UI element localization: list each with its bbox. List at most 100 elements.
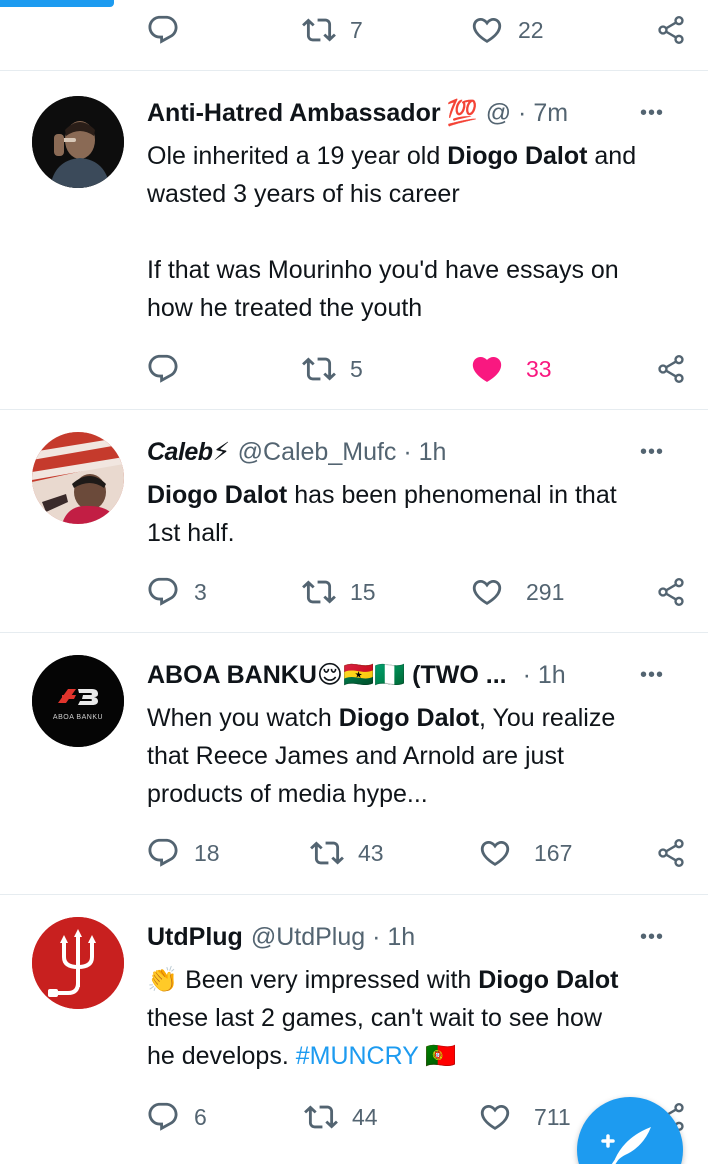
reply-icon	[146, 352, 180, 386]
more-icon[interactable]: •••	[640, 664, 664, 687]
reply-icon	[146, 575, 180, 609]
retweet-count: 44	[352, 1103, 378, 1130]
tweet[interactable]: Caleb⚡ @Caleb_Mufc · 1h ••• Diogo Dalot …	[0, 410, 708, 632]
compose-tweet-button[interactable]	[577, 1097, 683, 1164]
tweet[interactable]: ABOA BANKU ABOA BANKU😌🇬🇭🇳🇬 (TWO ... · 1h…	[0, 633, 708, 893]
display-name[interactable]: Caleb⚡	[147, 437, 230, 467]
reply-button[interactable]	[146, 349, 180, 389]
text-line: he develops. #MUNCRY 🇵🇹	[147, 1042, 457, 1070]
hashtag-link[interactable]: #MUNCRY	[296, 1042, 419, 1070]
retweet-icon	[304, 1100, 338, 1134]
reply-icon	[146, 13, 180, 47]
prev-tweet-actions: 7 22	[0, 10, 708, 50]
text-line: 1st half.	[147, 519, 235, 547]
retweet-icon	[302, 352, 336, 386]
highlight-term: Diogo Dalot	[147, 481, 288, 509]
text-line: wasted 3 years of his career	[147, 180, 460, 208]
like-button[interactable]: 22	[470, 10, 544, 50]
retweet-button[interactable]: 43	[310, 833, 384, 873]
like-button[interactable]: 33	[470, 349, 552, 389]
reply-icon	[146, 836, 180, 870]
handle-time[interactable]: · 1h	[523, 661, 566, 690]
share-icon	[655, 837, 687, 869]
tweet-actions: 18 43 167	[0, 833, 708, 873]
avatar[interactable]	[32, 96, 124, 188]
compose-icon	[601, 1127, 651, 1164]
avatar[interactable]	[32, 917, 124, 1009]
text-line	[147, 213, 690, 251]
text-line: Diogo Dalot has been phenomenal in that	[147, 481, 617, 509]
retweet-count: 7	[350, 16, 363, 43]
tweet-actions: 5 33	[0, 349, 708, 389]
tweet-text: Ole inherited a 19 year old Diogo Dalot …	[147, 137, 690, 327]
tweet-header: UtdPlug @UtdPlug · 1h •••	[147, 919, 688, 955]
display-name[interactable]: ABOA BANKU😌🇬🇭🇳🇬 (TWO ...	[147, 660, 507, 690]
reply-button[interactable]	[146, 10, 180, 50]
text-line: that Reece James and Arnold are just	[147, 742, 564, 770]
retweet-icon	[302, 575, 336, 609]
retweet-button[interactable]: 15	[302, 572, 376, 612]
retweet-button[interactable]: 5	[302, 349, 363, 389]
tweet-actions: 3 15 291	[0, 572, 708, 612]
text-line: products of media hype...	[147, 780, 428, 808]
more-icon[interactable]: •••	[640, 441, 664, 464]
share-icon	[655, 576, 687, 608]
highlight-term: Diogo Dalot	[447, 142, 588, 170]
tweet-text: Diogo Dalot has been phenomenal in that …	[147, 476, 690, 552]
liked-heart-icon	[470, 352, 504, 386]
highlight-term: Diogo Dalot	[338, 704, 480, 732]
share-icon	[655, 14, 687, 46]
retweet-icon	[310, 836, 344, 870]
tweet-header: Anti-Hatred Ambassador 💯 @ · 7m •••	[147, 95, 688, 131]
retweet-count: 15	[350, 578, 376, 605]
retweet-icon	[302, 13, 336, 47]
text-line: these last 2 games, can't wait to see ho…	[147, 1004, 603, 1032]
share-button[interactable]	[655, 10, 687, 50]
avatar[interactable]	[32, 432, 124, 524]
share-button[interactable]	[655, 833, 687, 873]
reply-icon	[146, 1100, 180, 1134]
share-button[interactable]	[655, 572, 687, 612]
like-count: 33	[526, 355, 552, 382]
like-button[interactable]: 291	[470, 572, 564, 612]
like-button[interactable]: 167	[478, 833, 572, 873]
share-button[interactable]	[655, 349, 687, 389]
like-icon	[478, 836, 512, 870]
handle-time[interactable]: @ · 7m	[486, 99, 568, 128]
scroll-indicator	[0, 0, 114, 7]
more-icon[interactable]: •••	[640, 926, 664, 949]
tweet-text: When you watch Diogo Dalot, You realize …	[147, 699, 690, 813]
hundred-emoji: 💯	[446, 98, 478, 127]
reply-button[interactable]: 18	[146, 833, 220, 873]
more-icon[interactable]: •••	[640, 102, 664, 125]
like-count: 711	[534, 1103, 571, 1130]
like-icon	[478, 1100, 512, 1134]
reply-count: 3	[194, 578, 207, 605]
like-count: 291	[526, 578, 565, 605]
avatar[interactable]: ABOA BANKU	[32, 655, 124, 747]
reply-button[interactable]: 6	[146, 1097, 207, 1137]
retweet-count: 43	[358, 839, 384, 866]
handle-time[interactable]: @UtdPlug · 1h	[251, 923, 415, 952]
reply-count: 6	[194, 1103, 207, 1130]
display-name[interactable]: UtdPlug	[147, 923, 243, 952]
display-name[interactable]: Anti-Hatred Ambassador	[147, 99, 441, 128]
like-count: 22	[518, 16, 544, 43]
handle-time[interactable]: @Caleb_Mufc · 1h	[238, 438, 447, 467]
text-line: how he treated the youth	[147, 294, 423, 322]
share-icon	[655, 353, 687, 385]
reply-count: 18	[194, 839, 220, 866]
retweet-button[interactable]: 7	[302, 10, 363, 50]
retweet-button[interactable]: 44	[304, 1097, 378, 1137]
retweet-count: 5	[350, 355, 363, 382]
text-line: 👏 Been very impressed with Diogo Dalot	[147, 966, 619, 994]
like-button[interactable]: 711	[478, 1097, 571, 1137]
like-count: 167	[534, 839, 573, 866]
text-line: When you watch Diogo Dalot, You realize	[147, 704, 616, 732]
tweet[interactable]: Anti-Hatred Ambassador 💯 @ · 7m ••• Ole …	[0, 71, 708, 409]
reply-button[interactable]: 3	[146, 572, 207, 612]
tweet-text: 👏 Been very impressed with Diogo Dalot t…	[147, 961, 690, 1075]
like-icon	[470, 575, 504, 609]
like-icon	[470, 13, 504, 47]
tweet-header: ABOA BANKU😌🇬🇭🇳🇬 (TWO ... · 1h •••	[147, 657, 688, 693]
